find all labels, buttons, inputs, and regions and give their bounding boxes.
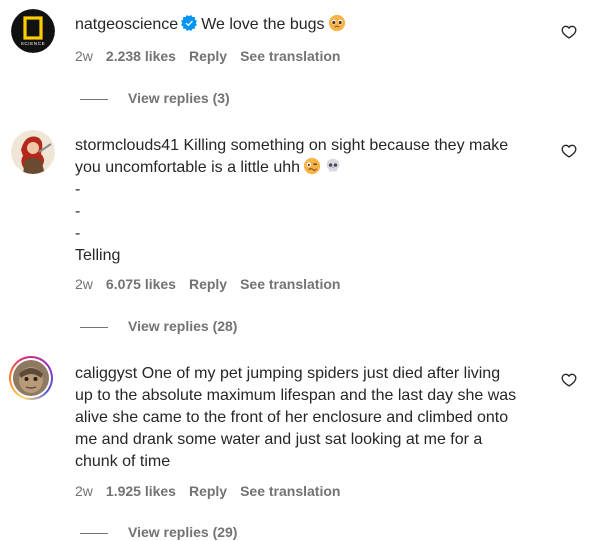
avatar-story-ring[interactable] [9,356,53,400]
avatar-frame [11,358,51,398]
comment-line-2: up to the absolute maximum lifespan and … [75,387,517,404]
like-count[interactable]: 1.925 likes [106,483,176,499]
reply-button[interactable]: Reply [189,483,227,499]
comment-line-1: caliggyst One of my pet jumping spiders … [75,363,565,385]
comment-meta: 2w 1.925 likes Reply See translation [75,482,340,500]
view-replies-button[interactable]: View replies (29) [80,523,237,541]
username[interactable]: caliggyst [75,365,137,382]
timestamp[interactable]: 2w [75,483,93,499]
like-heart-icon[interactable] [561,372,577,388]
comment-body: One of my pet jumping spiders just died … [141,365,501,382]
comment-text: caliggyst One of my pet jumping spiders … [75,363,565,473]
replies-divider [80,532,108,534]
comment-caliggyst: caliggyst One of my pet jumping spiders … [0,0,589,540]
comment-line-5: chunk of time [75,453,171,470]
comment-line-3: alive she came to the front of her enclo… [75,409,509,426]
view-replies-label: View replies (29) [128,524,238,540]
comment-line-4: me and drank some water and just sat loo… [75,431,483,448]
avatar-image [13,360,49,396]
see-translation-button[interactable]: See translation [240,483,340,499]
